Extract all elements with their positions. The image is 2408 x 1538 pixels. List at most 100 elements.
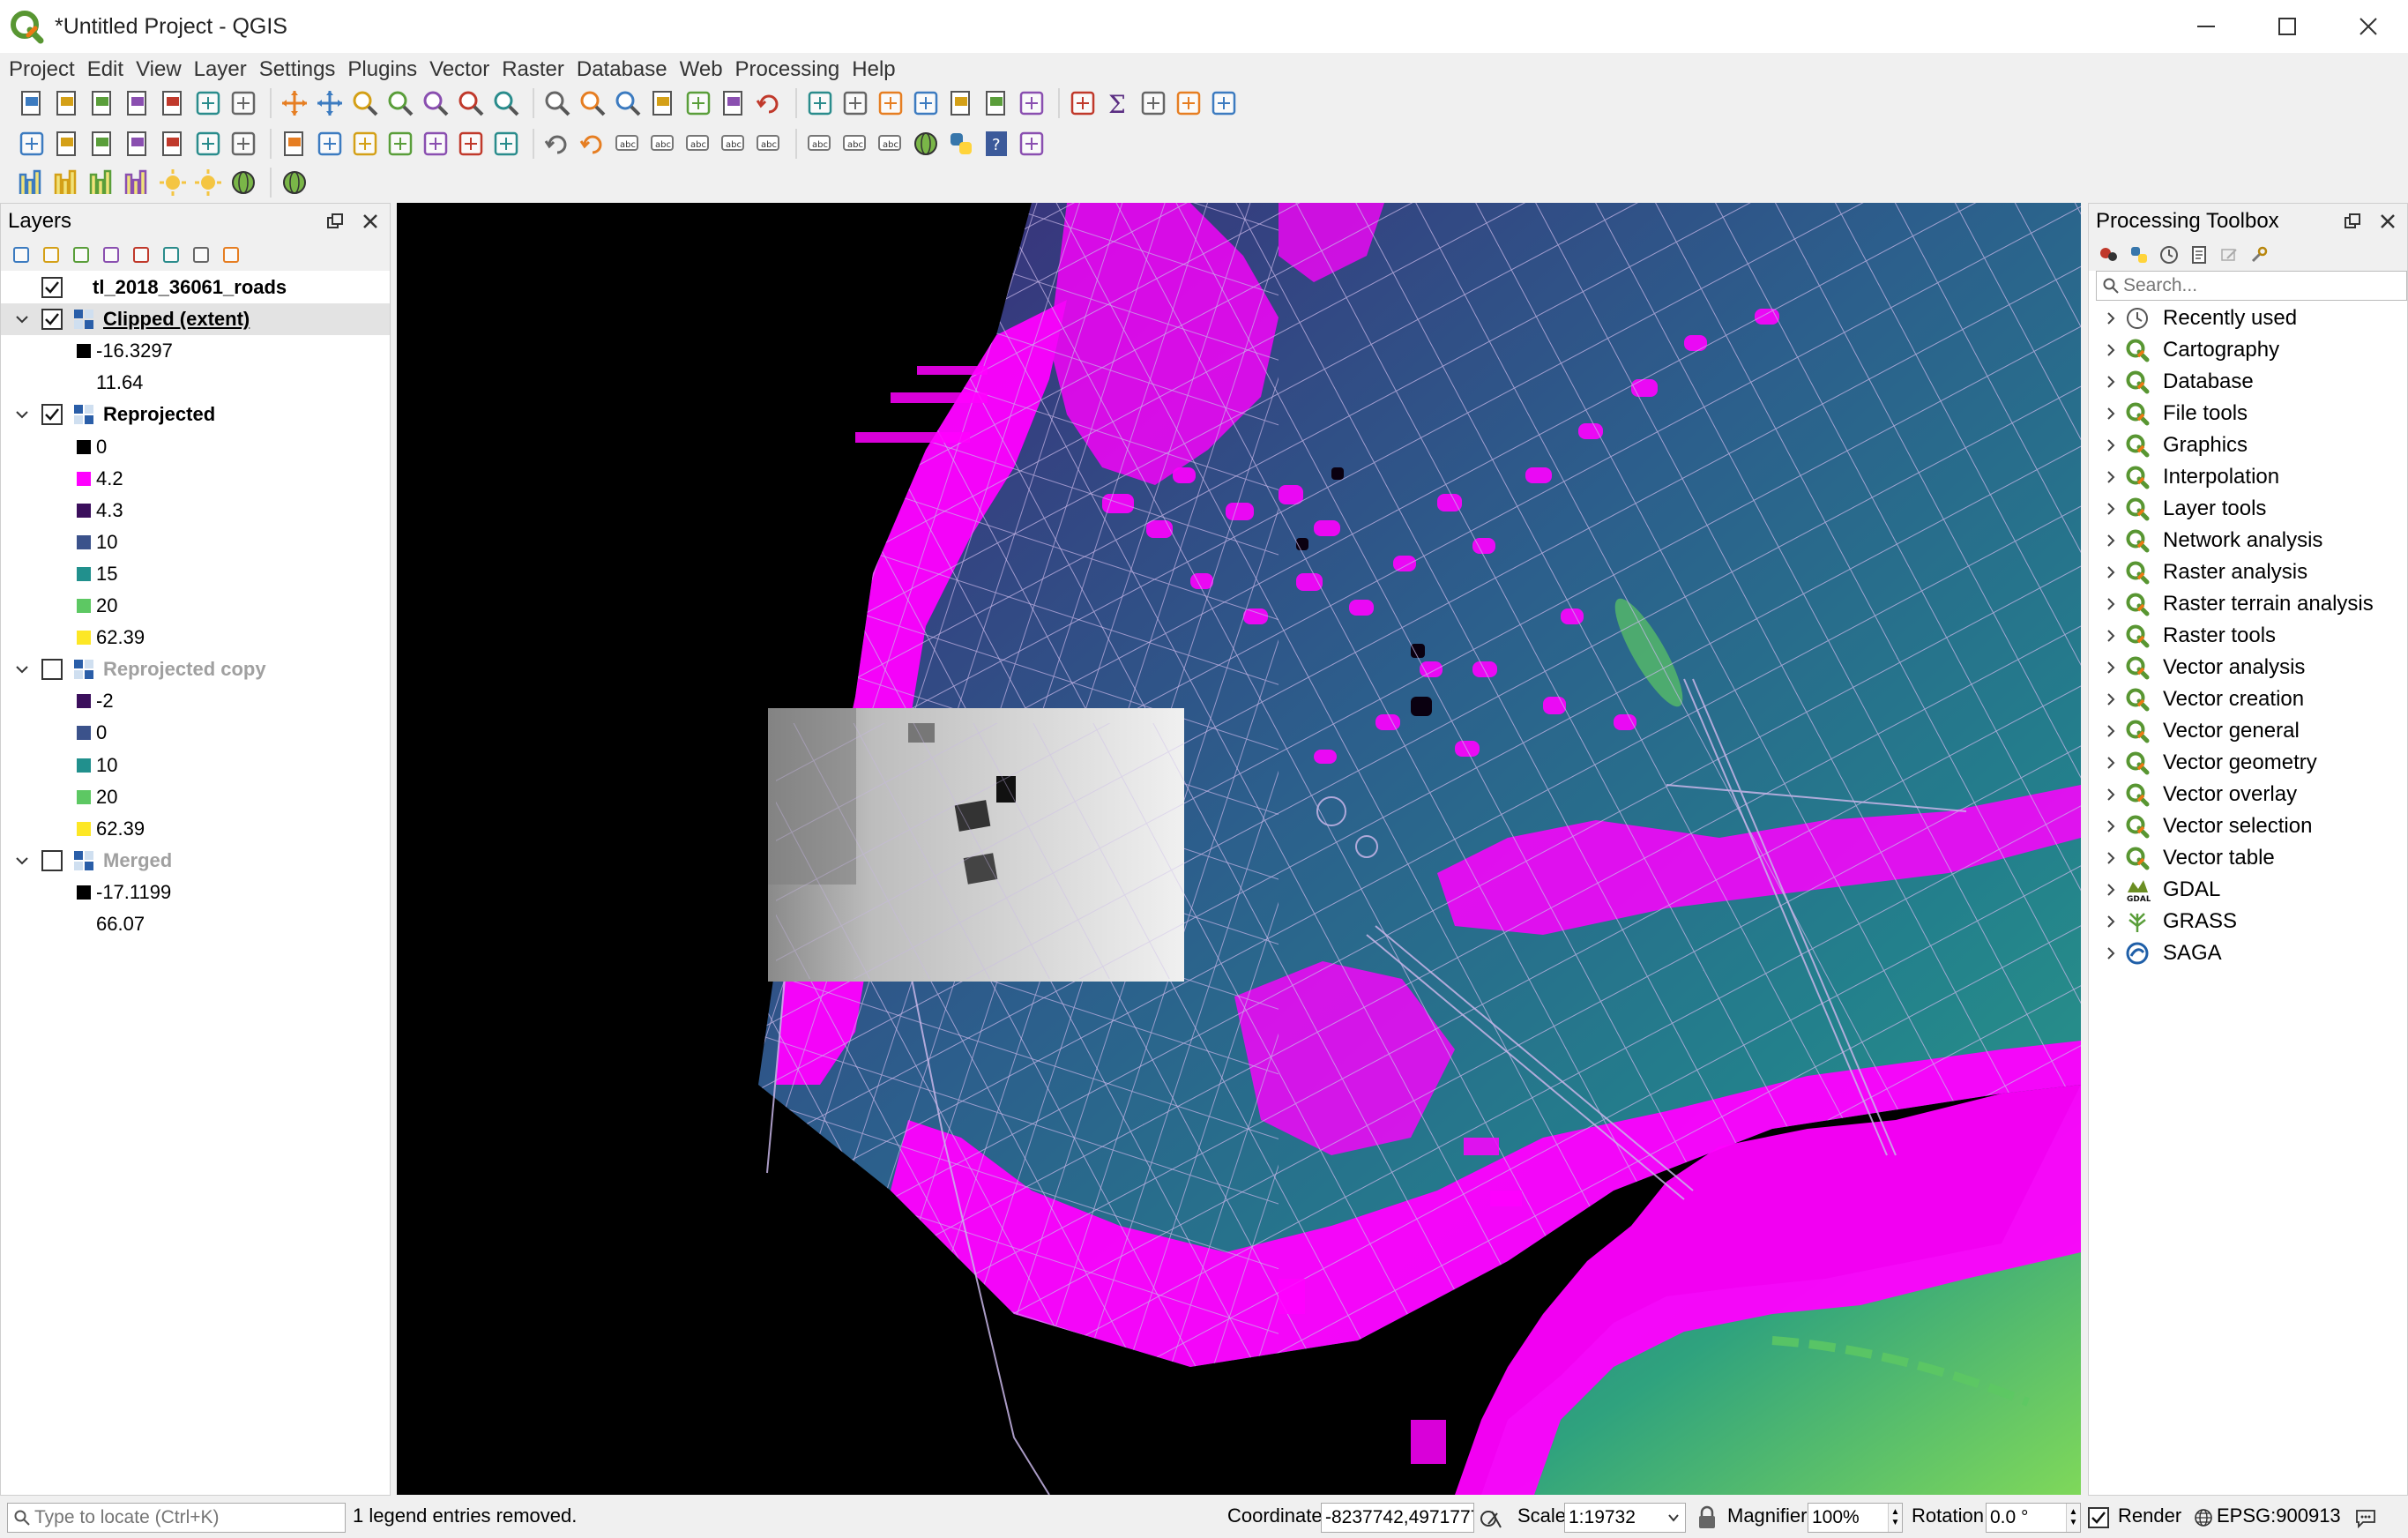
scale-combobox[interactable]: [1564, 1503, 1686, 1533]
chevron-right-icon[interactable]: [2103, 723, 2119, 739]
text-annotation-button[interactable]: [1208, 87, 1240, 119]
coordinate-input[interactable]: [1325, 1507, 1473, 1528]
magnifier-spin-buttons[interactable]: ▲ ▼: [1888, 1504, 1902, 1532]
expand-chevron-icon[interactable]: [13, 406, 31, 423]
data-source-manager-button[interactable]: [16, 128, 48, 160]
open-layer-styling-button[interactable]: [8, 242, 34, 268]
style-manager-button[interactable]: [227, 87, 259, 119]
menu-processing[interactable]: Processing: [730, 57, 846, 82]
show-bookmarks-button[interactable]: [682, 87, 714, 119]
layer-visibility-checkbox[interactable]: [41, 309, 63, 331]
expand-chevron-icon[interactable]: [13, 310, 31, 328]
toolbox-group-item[interactable]: GRASS: [2089, 906, 2407, 937]
toolbox-search-input[interactable]: [2097, 275, 2406, 296]
expand-chevron-icon[interactable]: [13, 661, 31, 678]
layer-visibility-checkbox[interactable]: [41, 659, 63, 681]
new-project-button[interactable]: [16, 87, 48, 119]
toggle-extents-icon[interactable]: [1480, 1506, 1504, 1531]
toolbox-group-item[interactable]: Vector geometry: [2089, 747, 2407, 779]
lock-scale-icon[interactable]: [1696, 1504, 1718, 1531]
globe-1-button[interactable]: [227, 167, 259, 198]
edit-features-in-place-button[interactable]: [2216, 242, 2242, 268]
measure-line-button[interactable]: [1137, 87, 1169, 119]
globe-2-button[interactable]: [279, 167, 310, 198]
float-panel-button[interactable]: [2338, 209, 2367, 234]
close-button[interactable]: [2328, 0, 2408, 53]
identify-button[interactable]: [804, 87, 836, 119]
close-panel-button[interactable]: [356, 209, 384, 234]
chevron-right-icon[interactable]: [2103, 596, 2119, 612]
collapse-all-button[interactable]: [188, 242, 214, 268]
menu-view[interactable]: View: [130, 57, 187, 82]
toolbox-group-item[interactable]: Database: [2089, 366, 2407, 398]
toolbox-group-item[interactable]: Raster analysis: [2089, 556, 2407, 588]
chevron-right-icon[interactable]: [2103, 342, 2119, 358]
change-label-button[interactable]: abc: [875, 128, 906, 160]
refresh-button[interactable]: [753, 87, 785, 119]
paste-features-button[interactable]: [490, 128, 522, 160]
rotation-spin-buttons[interactable]: ▲ ▼: [2066, 1504, 2080, 1532]
pan-to-selection-button[interactable]: [314, 87, 346, 119]
menu-raster[interactable]: Raster: [496, 57, 570, 82]
minimize-button[interactable]: [2166, 0, 2247, 53]
new-map-view-button[interactable]: [718, 87, 749, 119]
copy-features-button[interactable]: [455, 128, 487, 160]
crs-globe-icon[interactable]: [2194, 1508, 2213, 1527]
menu-help[interactable]: Help: [846, 57, 900, 82]
zoom-full-button[interactable]: [455, 87, 487, 119]
chevron-right-icon[interactable]: [2103, 755, 2119, 771]
toolbox-group-item[interactable]: Cartography: [2089, 334, 2407, 366]
layer-visibility-checkbox[interactable]: [41, 404, 63, 426]
zoom-last-button[interactable]: [577, 87, 608, 119]
new-geopackage-button[interactable]: [51, 128, 83, 160]
current-edits-button[interactable]: [192, 128, 224, 160]
layer-visibility-checkbox[interactable]: [41, 277, 63, 298]
new-shapefile-button[interactable]: [86, 128, 118, 160]
open-project-button[interactable]: [51, 87, 83, 119]
menu-plugins[interactable]: Plugins: [342, 57, 422, 82]
chevron-right-icon[interactable]: [2103, 310, 2119, 326]
toolbox-group-item[interactable]: Vector analysis: [2089, 652, 2407, 683]
new-print-layout-button[interactable]: [157, 87, 189, 119]
layer-item[interactable]: Reprojected: [1, 399, 390, 430]
chevron-right-icon[interactable]: [2103, 660, 2119, 676]
layer-visibility-checkbox[interactable]: [41, 849, 63, 871]
history-button[interactable]: [2156, 242, 2182, 268]
open-field-calculator-button[interactable]: [980, 87, 1012, 119]
toolbox-group-item[interactable]: Vector table: [2089, 842, 2407, 874]
new-virtual-layer-button[interactable]: [157, 128, 189, 160]
toolbox-group-item[interactable]: Vector general: [2089, 715, 2407, 747]
label-toolbar-button[interactable]: abc: [612, 128, 644, 160]
menu-web[interactable]: Web: [675, 57, 728, 82]
add-group-button[interactable]: [38, 242, 64, 268]
chevron-right-icon[interactable]: [2103, 437, 2119, 453]
layer-item[interactable]: Clipped (extent): [1, 303, 390, 336]
new-spatialite-button[interactable]: [122, 128, 153, 160]
pan-map-button[interactable]: [279, 87, 310, 119]
coordinate-field[interactable]: [1321, 1503, 1474, 1533]
expand-chevron-icon[interactable]: [13, 852, 31, 870]
toolbox-group-item[interactable]: Network analysis: [2089, 525, 2407, 556]
chevron-right-icon[interactable]: [2103, 533, 2119, 549]
layer-item[interactable]: tl_2018_36061_roads: [1, 272, 390, 303]
menu-layer[interactable]: Layer: [189, 57, 252, 82]
toolbox-group-item[interactable]: File tools: [2089, 398, 2407, 429]
toolbox-group-item[interactable]: Vector selection: [2089, 810, 2407, 842]
sun-1-button[interactable]: [157, 167, 189, 198]
models-button[interactable]: [2096, 242, 2122, 268]
move-label-button[interactable]: abc: [804, 128, 836, 160]
magnifier-spinbox[interactable]: ▲▼: [1808, 1503, 1903, 1533]
python-console-button[interactable]: [945, 128, 977, 160]
toolbox-group-item[interactable]: Raster terrain analysis: [2089, 588, 2407, 620]
open-attribute-table-button[interactable]: [945, 87, 977, 119]
chevron-right-icon[interactable]: [2103, 564, 2119, 580]
chevron-right-icon[interactable]: [2103, 501, 2119, 517]
zoom-to-layer-button[interactable]: [541, 87, 573, 119]
map-canvas[interactable]: [397, 203, 2081, 1495]
chevron-right-icon[interactable]: [2103, 818, 2119, 834]
menu-vector[interactable]: Vector: [424, 57, 495, 82]
rotate-label-button[interactable]: abc: [839, 128, 871, 160]
chevron-right-icon[interactable]: [2103, 691, 2119, 707]
rotation-spinbox[interactable]: ▲▼: [1986, 1503, 2081, 1533]
show-hide-labels-button[interactable]: abc: [753, 128, 785, 160]
